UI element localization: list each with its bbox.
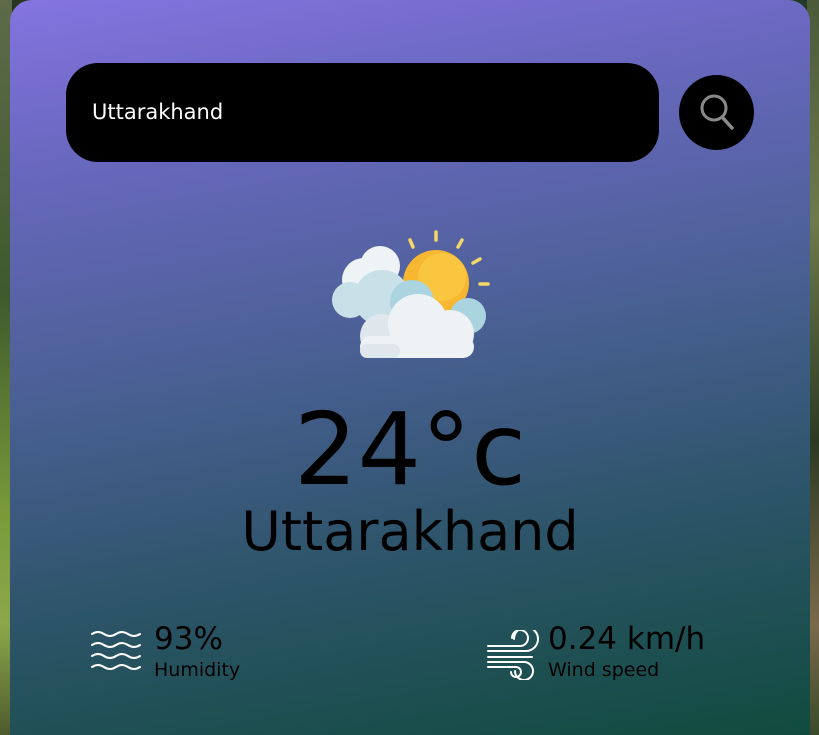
search-icon (700, 94, 734, 130)
humidity-value: 93% (154, 621, 223, 657)
wind-icon (486, 626, 540, 684)
city-name: Uttarakhand (241, 500, 579, 563)
wind-label: Wind speed (548, 659, 660, 681)
wind-detail: 0.24 km/h Wind speed (486, 620, 786, 690)
humidity-label: Humidity (154, 659, 241, 681)
temperature: 24°c (293, 391, 527, 508)
humidity-detail: 93% Humidity (90, 620, 290, 690)
wind-value: 0.24 km/h (548, 621, 706, 657)
weather-card: 24°c Uttarakhand 93% Humidity (10, 0, 810, 735)
search-button[interactable] (679, 75, 754, 150)
search-input[interactable] (92, 63, 632, 162)
humidity-waves-icon (90, 630, 142, 680)
partly-cloudy-icon (332, 228, 492, 367)
search-bar (66, 63, 659, 162)
